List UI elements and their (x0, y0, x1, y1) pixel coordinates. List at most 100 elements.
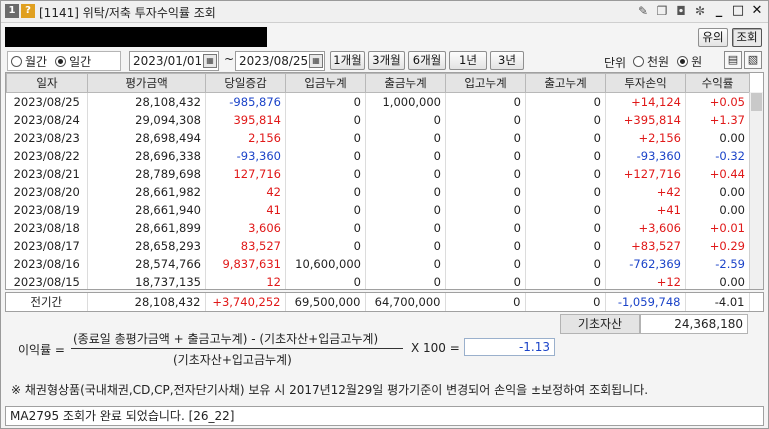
cell-daily-change: 395,814 (205, 110, 286, 129)
cell-withdraw-cum: 0 (365, 200, 446, 219)
unit-thousand-radio[interactable]: 천원 (633, 53, 669, 70)
cell-stock-out-cum: 0 (525, 164, 606, 183)
minimize-icon[interactable]: _ (712, 3, 726, 19)
cell-deposit-cum: 0 (285, 272, 366, 289)
cell-date: 2023/08/17 (6, 236, 88, 255)
table-row[interactable]: 2023/08/21 28,789,698 127,716 0 0 0 0 +127,716 +… (6, 164, 750, 183)
link-window-icon[interactable]: ❐ (655, 3, 669, 19)
col-header-eval-amount[interactable]: 평가금액 (87, 73, 206, 93)
cell-eval-amount: 28,661,982 (87, 182, 206, 201)
table-row[interactable]: 2023/08/20 28,661,982 42 0 0 0 0 +42 0.00 (6, 182, 750, 201)
table-row[interactable]: 2023/08/16 28,574,766 9,837,631 10,600,000 0… (6, 254, 750, 273)
excel-export-icon[interactable]: ▧ (744, 51, 762, 69)
cell-date: 2023/08/25 (6, 92, 88, 111)
cell-daily-change: 83,527 (205, 236, 286, 255)
table-row[interactable]: 2023/08/17 28,658,293 83,527 0 0 0 0 +83,527 +0.… (6, 236, 750, 255)
cell-deposit-cum: 10,600,000 (285, 254, 366, 273)
help-icon[interactable]: ? (21, 4, 35, 18)
scrollbar-thumb[interactable] (751, 93, 762, 111)
cell-stock-in-cum: 0 (445, 218, 526, 237)
col-header-date[interactable]: 일자 (6, 73, 88, 93)
range-1m-button[interactable]: 1개월 (330, 51, 365, 70)
end-date-field[interactable]: 2023/08/25 ▦ (235, 51, 325, 71)
cell-withdraw-cum: 0 (365, 110, 446, 129)
start-date-field[interactable]: 2023/01/01 ▦ (129, 51, 219, 71)
cell-deposit-cum: 0 (285, 182, 366, 201)
total-grid: 전기간 28,108,432 +3,740,252 69,500,000 64,700,… (6, 293, 750, 311)
cell-stock-out-cum: 0 (525, 200, 606, 219)
table-row[interactable]: 2023/08/24 29,094,308 395,814 0 0 0 0 +395,814 +… (6, 110, 750, 129)
range-1y-button[interactable]: 1년 (449, 51, 487, 70)
cell-return-rate: 0.00 (685, 272, 750, 289)
bond-notice-text: ※ 채권형상품(국내채권,CD,CP,전자단기사채) 보유 시 2017년12월… (11, 383, 649, 397)
table-row[interactable]: 2023/08/22 28,696,338 -93,360 0 0 0 0 -93,360 -0… (6, 146, 750, 165)
table-row[interactable]: 2023/08/15 18,737,135 12 0 0 0 0 +12 0.00 (6, 272, 750, 289)
status-bar: MA2795 조회가 완료 되었습니다. [26_22] (5, 406, 764, 426)
base-asset-label: 기초자산 (560, 314, 640, 334)
cell-eval-amount: 28,696,338 (87, 146, 206, 165)
table-row[interactable]: 2023/08/19 28,661,940 41 0 0 0 0 +41 0.00 (6, 200, 750, 219)
capture-icon[interactable]: ◘ (674, 3, 688, 19)
cell-pnl: +42 (605, 182, 686, 201)
cell-daily-change: 9,837,631 (205, 254, 286, 273)
col-header-return-rate[interactable]: 수익률 (685, 73, 750, 93)
cell-stock-in-cum: 0 (445, 164, 526, 183)
base-asset-value: 24,368,180 (640, 314, 748, 334)
table-row[interactable]: 2023/08/18 28,661,899 3,606 0 0 0 0 +3,606 +0.01 (6, 218, 750, 237)
memo-icon[interactable]: ✎ (636, 3, 650, 19)
radio-dot-selected-icon (55, 55, 67, 67)
account-selector[interactable] (5, 27, 267, 47)
cell-date: 2023/08/23 (6, 128, 88, 147)
cell-eval-amount: 29,094,308 (87, 110, 206, 129)
unit-won-radio[interactable]: 원 (677, 53, 702, 70)
query-button[interactable]: 조회 (732, 28, 762, 47)
col-header-pnl[interactable]: 투자손익 (605, 73, 686, 93)
cell-stock-out-cum: 0 (525, 236, 606, 255)
col-header-stock-out-cum[interactable]: 출고누계 (525, 73, 606, 93)
calendar-icon[interactable]: ▦ (309, 54, 323, 68)
cell-eval-amount: 28,698,494 (87, 128, 206, 147)
cell-pnl: +127,716 (605, 164, 686, 183)
table-row[interactable]: 2023/08/25 28,108,432 -985,876 0 1,000,000 0 0… (6, 92, 750, 111)
table-row[interactable]: 2023/08/23 28,698,494 2,156 0 0 0 0 +2,156 0.00 (6, 128, 750, 147)
cell-pnl: +12 (605, 272, 686, 289)
cell-daily-change: -93,360 (205, 146, 286, 165)
notice-button[interactable]: 유의 (698, 28, 728, 47)
cell-eval-amount: 28,661,940 (87, 200, 206, 219)
cell-stock-in-cum: 0 (445, 92, 526, 111)
cell-stock-out-cum: 0 (525, 146, 606, 165)
radio-dot-selected-icon (677, 55, 689, 67)
col-header-daily-change[interactable]: 당일증감 (205, 73, 286, 93)
grid-view-icon[interactable]: ▤ (724, 51, 742, 69)
cell-date: 2023/08/16 (6, 254, 88, 273)
cell-date: 2023/08/15 (6, 272, 88, 289)
cell-date: 2023/08/22 (6, 146, 88, 165)
total-cell-pnl: -1,059,748 (605, 293, 686, 311)
calendar-icon[interactable]: ▦ (203, 54, 217, 68)
cell-deposit-cum: 0 (285, 164, 366, 183)
col-header-withdraw-cum[interactable]: 출금누계 (365, 73, 446, 93)
range-6m-button[interactable]: 6개월 (408, 51, 446, 70)
col-header-deposit-cum[interactable]: 입금누계 (285, 73, 366, 93)
settings-gear-icon[interactable]: ✼ (693, 3, 707, 19)
cell-pnl: +41 (605, 200, 686, 219)
total-cell-deposit-cum: 69,500,000 (285, 293, 366, 311)
radio-dot-icon (11, 55, 22, 67)
cell-stock-in-cum: 0 (445, 200, 526, 219)
col-header-stock-in-cum[interactable]: 입고누계 (445, 73, 526, 93)
cell-stock-in-cum: 0 (445, 254, 526, 273)
cell-return-rate: +0.01 (685, 218, 750, 237)
range-3m-button[interactable]: 3개월 (368, 51, 405, 70)
period-monthly-radio[interactable]: 월간 (11, 53, 47, 70)
total-cell-withdraw-cum: 64,700,000 (365, 293, 446, 311)
cell-withdraw-cum: 0 (365, 236, 446, 255)
period-daily-radio[interactable]: 일간 (55, 53, 91, 70)
vertical-scrollbar[interactable] (749, 92, 763, 289)
cell-stock-out-cum: 0 (525, 272, 606, 289)
screen-menu-icon[interactable]: 1 (5, 4, 19, 18)
close-icon[interactable]: ✕ (750, 3, 764, 19)
maximize-icon[interactable]: □ (731, 3, 745, 19)
cell-daily-change: 12 (205, 272, 286, 289)
cell-eval-amount: 28,574,766 (87, 254, 206, 273)
range-3y-button[interactable]: 3년 (490, 51, 524, 70)
